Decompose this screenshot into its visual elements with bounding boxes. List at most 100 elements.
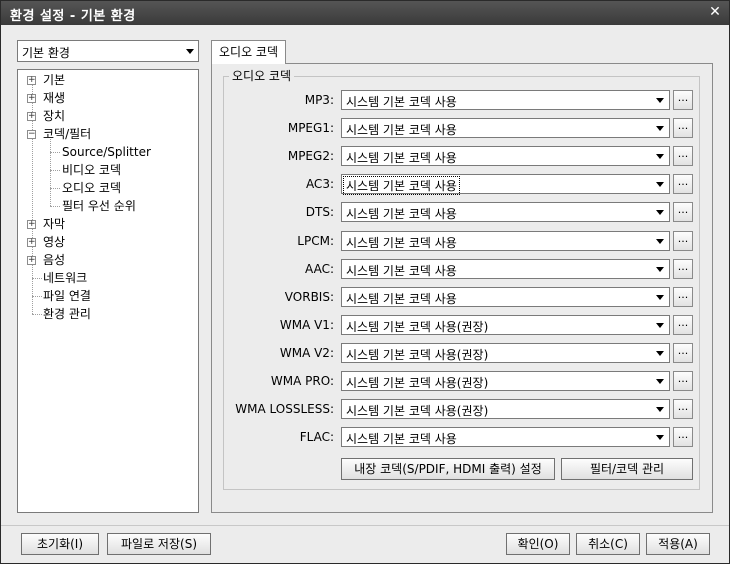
filter-codec-manage-button[interactable]: 필터/코덱 관리: [561, 458, 693, 480]
tab-audio-codec[interactable]: 오디오 코덱: [211, 40, 286, 64]
codec-dropdown-value: 시스템 기본 코덱 사용: [346, 264, 457, 278]
codec-dropdown[interactable]: 시스템 기본 코덱 사용: [341, 202, 670, 222]
codec-options-button[interactable]: ...: [673, 371, 693, 391]
codec-options-button[interactable]: ...: [673, 146, 693, 166]
chevron-down-icon: [656, 239, 664, 244]
codec-label: WMA V2:: [279, 346, 334, 360]
tree-item-label: 환경 관리: [43, 307, 91, 321]
category-dropdown-value: 기본 환경: [22, 46, 70, 60]
tree-item[interactable]: − 코덱/필터: [18, 125, 198, 143]
tree-item[interactable]: 비디오 코덱: [18, 161, 198, 179]
codec-label: MPEG1:: [287, 121, 334, 135]
codec-label: WMA V1:: [279, 318, 334, 332]
preferences-dialog: 환경 설정 - 기본 환경 ✕ 기본 환경 + 기본 + 재생 + 장치 − 코덱/필터 Sou…: [0, 0, 730, 564]
codec-dropdown-value: 시스템 기본 코덱 사용: [346, 292, 457, 306]
codec-options-button[interactable]: ...: [673, 427, 693, 447]
codec-dropdown[interactable]: 시스템 기본 코덱 사용: [341, 174, 670, 195]
codec-dropdown[interactable]: 시스템 기본 코덱 사용: [341, 90, 670, 110]
tree-item-label: 기본: [43, 73, 66, 87]
codec-dropdown[interactable]: 시스템 기본 코덱 사용: [341, 427, 670, 447]
codec-dropdown[interactable]: 시스템 기본 코덱 사용(권장): [341, 399, 670, 419]
codec-options-button[interactable]: ...: [673, 174, 693, 194]
chevron-down-icon: [656, 295, 664, 300]
internal-codec-settings-button[interactable]: 내장 코덱(S/PDIF, HDMI 출력) 설정: [341, 458, 555, 480]
chevron-down-icon: [656, 351, 664, 356]
chevron-down-icon: [656, 98, 664, 103]
codec-options-button[interactable]: ...: [673, 202, 693, 222]
tree-item-label: 코덱/필터: [43, 127, 92, 141]
expand-icon[interactable]: +: [27, 112, 36, 121]
codec-label: MPEG2:: [287, 149, 334, 163]
tree-item-label: 네트워크: [43, 271, 88, 285]
tree-item[interactable]: 환경 관리: [18, 305, 198, 323]
codec-dropdown[interactable]: 시스템 기본 코덱 사용: [341, 118, 670, 138]
expand-icon[interactable]: +: [27, 238, 36, 247]
tree-item-label: 장치: [43, 109, 66, 123]
codec-dropdown[interactable]: 시스템 기본 코덱 사용(권장): [341, 315, 670, 335]
cancel-button[interactable]: 취소(C): [576, 533, 640, 555]
tree-branch-line: [32, 296, 42, 297]
tree-item[interactable]: + 기본: [18, 71, 198, 89]
codec-label: VORBIS:: [284, 290, 334, 304]
tree-branch-line: [50, 170, 60, 171]
codec-options-button[interactable]: ...: [673, 399, 693, 419]
tree-item[interactable]: + 영상: [18, 233, 198, 251]
collapse-icon[interactable]: −: [27, 130, 36, 139]
chevron-down-icon: [656, 379, 664, 384]
reset-button[interactable]: 초기화(I): [21, 533, 99, 555]
codec-dropdown-value: 시스템 기본 코덱 사용: [343, 176, 460, 195]
codec-options-button[interactable]: ...: [673, 343, 693, 363]
tree-item[interactable]: 파일 연결: [18, 287, 198, 305]
codec-dropdown[interactable]: 시스템 기본 코덱 사용(권장): [341, 343, 670, 363]
expand-icon[interactable]: +: [27, 220, 36, 229]
expand-icon[interactable]: +: [27, 256, 36, 265]
category-dropdown[interactable]: 기본 환경: [17, 40, 199, 62]
codec-label: FLAC:: [299, 430, 334, 444]
codec-options-button[interactable]: ...: [673, 118, 693, 138]
chevron-down-icon: [656, 323, 664, 328]
codec-dropdown[interactable]: 시스템 기본 코덱 사용: [341, 146, 670, 166]
group-label: 오디오 코덱: [229, 68, 295, 84]
chevron-down-icon: [656, 435, 664, 440]
tree-item[interactable]: 오디오 코덱: [18, 179, 198, 197]
expand-icon[interactable]: +: [27, 94, 36, 103]
codec-dropdown-value: 시스템 기본 코덱 사용(권장): [346, 348, 489, 362]
tree-item-label: 자막: [43, 217, 66, 231]
codec-options-button[interactable]: ...: [673, 231, 693, 251]
tree-item[interactable]: 네트워크: [18, 269, 198, 287]
tree-item[interactable]: Source/Splitter: [18, 143, 198, 161]
chevron-down-icon: [656, 182, 664, 187]
tree-branch-line: [50, 152, 60, 153]
tree-branch-line: [32, 278, 42, 279]
codec-dropdown-value: 시스템 기본 코덱 사용(권장): [346, 376, 489, 390]
codec-dropdown[interactable]: 시스템 기본 코덱 사용: [341, 287, 670, 307]
settings-tree[interactable]: + 기본 + 재생 + 장치 − 코덱/필터 Source/Splitter 비디오 코덱 오디오 …: [17, 69, 199, 513]
tree-item-label: 오디오 코덱: [62, 181, 122, 195]
codec-dropdown[interactable]: 시스템 기본 코덱 사용: [341, 231, 670, 251]
apply-button[interactable]: 적용(A): [646, 533, 710, 555]
codec-dropdown[interactable]: 시스템 기본 코덱 사용: [341, 259, 670, 279]
tree-item[interactable]: + 음성: [18, 251, 198, 269]
tree-branch-line: [32, 314, 42, 315]
tree-branch-line: [50, 188, 60, 189]
tree-item[interactable]: + 자막: [18, 215, 198, 233]
footer-divider: [1, 525, 729, 526]
tree-item[interactable]: 필터 우선 순위: [18, 197, 198, 215]
tree-item[interactable]: + 장치: [18, 107, 198, 125]
title-bar[interactable]: 환경 설정 - 기본 환경 ✕: [1, 1, 729, 25]
codec-options-button[interactable]: ...: [673, 259, 693, 279]
ok-button[interactable]: 확인(O): [506, 533, 570, 555]
window-title: 환경 설정 - 기본 환경: [10, 9, 136, 24]
tree-item[interactable]: + 재생: [18, 89, 198, 107]
chevron-down-icon: [656, 407, 664, 412]
codec-options-button[interactable]: ...: [673, 287, 693, 307]
save-to-file-button[interactable]: 파일로 저장(S): [107, 533, 211, 555]
expand-icon[interactable]: +: [27, 76, 36, 85]
codec-options-button[interactable]: ...: [673, 90, 693, 110]
tree-item-label: 파일 연결: [43, 289, 91, 303]
codec-options-button[interactable]: ...: [673, 315, 693, 335]
close-icon[interactable]: ✕: [707, 4, 723, 20]
tree-item-label: 영상: [43, 235, 66, 249]
codec-label: DTS:: [305, 205, 334, 219]
codec-dropdown[interactable]: 시스템 기본 코덱 사용(권장): [341, 371, 670, 391]
